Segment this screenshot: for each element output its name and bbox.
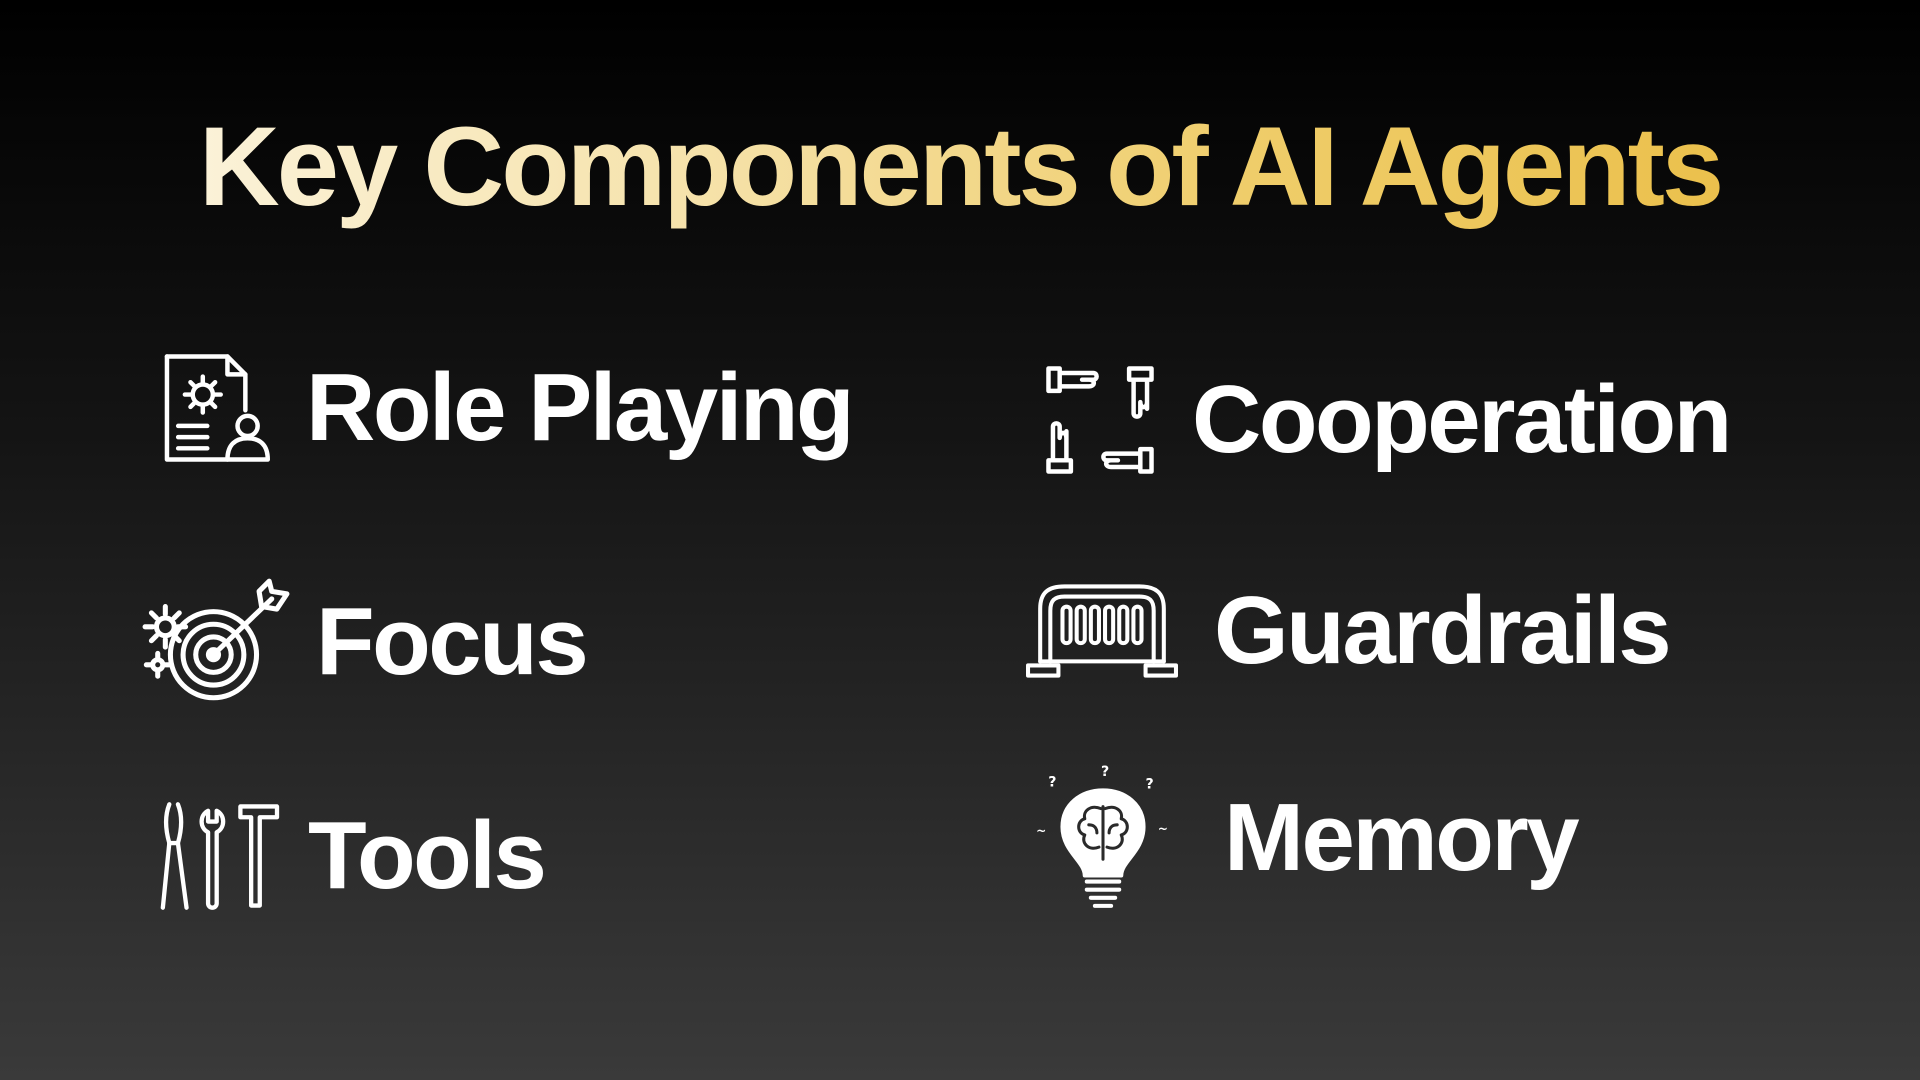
brain-lightbulb-icon: ? ? ? ~ ~ — [1036, 764, 1168, 908]
component-focus: Focus — [140, 578, 589, 706]
component-label: Guardrails — [1214, 577, 1672, 684]
slide-title: Key Components of AI Agents — [0, 100, 1920, 234]
component-memory: ? ? ? ~ ~ Memory — [1032, 762, 1580, 914]
svg-text:~: ~ — [1036, 824, 1046, 838]
component-role-playing: Role Playing — [158, 352, 855, 464]
gear-target-arrow-icon — [142, 578, 290, 701]
document-gear-user-icon — [164, 354, 270, 462]
pliers-wrench-hammer-icon — [160, 802, 280, 910]
component-tools: Tools — [156, 800, 547, 912]
component-label: Role Playing — [306, 354, 855, 461]
svg-text:?: ? — [1101, 764, 1109, 780]
four-hands-teamwork-icon — [1046, 366, 1154, 474]
component-cooperation: Cooperation — [1044, 364, 1732, 476]
svg-text:?: ? — [1048, 774, 1056, 790]
component-label: Tools — [308, 802, 547, 909]
component-label: Memory — [1224, 784, 1580, 891]
svg-text:~: ~ — [1158, 822, 1168, 836]
svg-text:?: ? — [1146, 776, 1154, 792]
component-label: Focus — [316, 588, 589, 695]
component-guardrails: Guardrails — [1026, 577, 1672, 684]
component-label: Cooperation — [1192, 366, 1732, 473]
slide: Key Components of AI Agents Role Playing — [0, 0, 1920, 1080]
barrier-fence-icon — [1026, 584, 1178, 678]
